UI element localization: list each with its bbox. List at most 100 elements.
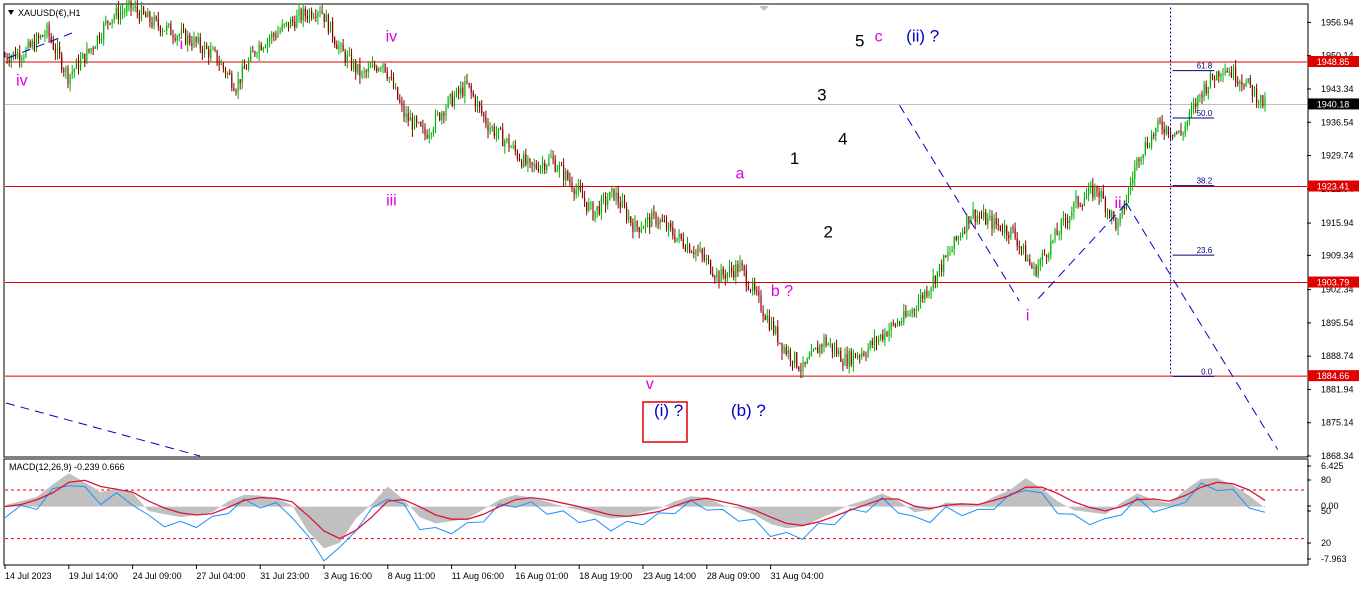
y-tick-label: 1881.94 <box>1321 384 1354 394</box>
candle-body <box>101 38 103 41</box>
candle-body <box>808 356 810 359</box>
candle-body <box>63 70 65 72</box>
candle-body <box>451 94 453 107</box>
candle-body <box>833 347 836 352</box>
fib-level-label: 23.6 <box>1197 246 1213 255</box>
candle-body <box>974 209 976 223</box>
candle-body <box>567 171 569 180</box>
candle-body <box>714 276 716 278</box>
candle-body <box>991 216 993 229</box>
candle-body <box>149 11 151 23</box>
macd-y-tick-label: 6.425 <box>1321 461 1344 471</box>
candle-body <box>546 165 548 170</box>
candle-body <box>672 227 674 236</box>
candle-body <box>86 48 88 63</box>
candle-body <box>243 66 245 69</box>
candle-body <box>821 344 823 347</box>
candle-body <box>1218 71 1220 77</box>
wave-label-black: 2 <box>823 222 832 241</box>
candle-body <box>554 159 556 172</box>
candle-body <box>264 46 266 48</box>
candle-body <box>479 102 481 107</box>
candle-body <box>1106 210 1109 212</box>
candle-body <box>113 16 115 20</box>
candle-body <box>995 217 997 225</box>
candle-body <box>697 250 699 252</box>
x-tick-label: 23 Aug 14:00 <box>643 571 696 581</box>
candle-body <box>1006 226 1008 236</box>
candle-body <box>947 252 949 257</box>
candle-body <box>126 4 128 12</box>
candle-body <box>308 10 311 19</box>
candle-body <box>65 67 67 72</box>
candle-body <box>82 53 84 59</box>
candle-body <box>869 341 871 348</box>
candle-body <box>481 106 483 114</box>
candle-body <box>161 30 164 33</box>
candle-body <box>407 113 409 121</box>
candle-body <box>581 190 584 199</box>
candle-body <box>894 323 896 326</box>
candle-body <box>600 197 602 215</box>
candle-body <box>195 37 197 42</box>
candle-body <box>174 37 176 41</box>
candle-body <box>684 246 686 251</box>
level-price-label: 1948.85 <box>1317 57 1350 67</box>
candle-body <box>722 268 724 275</box>
candle-body <box>907 314 909 316</box>
candle-body <box>1172 134 1174 137</box>
candle-body <box>1138 158 1140 162</box>
candle-body <box>67 67 69 84</box>
price-chart[interactable]: 61.850.038.223.60.0 ivi iviiiab ?vciii534… <box>0 0 1366 588</box>
candle-body <box>1064 217 1067 222</box>
candle-body <box>136 6 138 13</box>
candle-body <box>29 41 31 47</box>
candle-body <box>871 341 873 346</box>
candle-body <box>336 44 338 50</box>
candle-body <box>1180 130 1182 135</box>
candle-body <box>258 44 260 54</box>
candle-body <box>290 19 292 28</box>
candle-body <box>168 23 170 26</box>
candle-body <box>237 79 239 93</box>
candle-body <box>689 244 691 253</box>
candle-body <box>1067 221 1069 223</box>
candle-body <box>248 60 250 70</box>
candle-body <box>647 216 649 220</box>
candle-body <box>804 361 806 364</box>
candle-body <box>1251 84 1253 96</box>
level-price-label: 1903.79 <box>1317 278 1350 288</box>
candle-body <box>1081 205 1083 207</box>
candle-body <box>59 46 61 55</box>
candle-body <box>1060 220 1062 235</box>
candle-body <box>227 72 229 75</box>
candle-body <box>531 162 533 166</box>
x-tick-label: 19 Jul 14:00 <box>69 571 118 581</box>
candle-body <box>999 225 1001 231</box>
candle-body <box>663 221 665 223</box>
candle-body <box>1144 142 1146 155</box>
candle-body <box>632 222 634 232</box>
candle-body <box>888 330 890 337</box>
candle-body <box>1092 185 1094 198</box>
candle-body <box>214 49 216 51</box>
candle-body <box>644 219 647 227</box>
candle-body <box>1119 214 1121 224</box>
candle-body <box>533 164 535 166</box>
candle-body <box>275 35 277 38</box>
candle-body <box>1188 112 1190 121</box>
level-price-label: 1884.66 <box>1317 371 1350 381</box>
candle-body <box>403 105 405 118</box>
candle-body <box>367 67 369 73</box>
candle-body <box>573 189 575 195</box>
candle-body <box>938 264 941 272</box>
candle-body <box>1264 97 1266 107</box>
wave-label-magenta: iv <box>16 73 28 90</box>
candle-body <box>779 342 781 344</box>
candle-body <box>42 35 44 37</box>
candle-body <box>609 191 611 201</box>
candle-body <box>911 309 913 314</box>
candle-body <box>575 189 577 195</box>
candle-body <box>40 35 42 39</box>
candle-body <box>220 63 222 65</box>
